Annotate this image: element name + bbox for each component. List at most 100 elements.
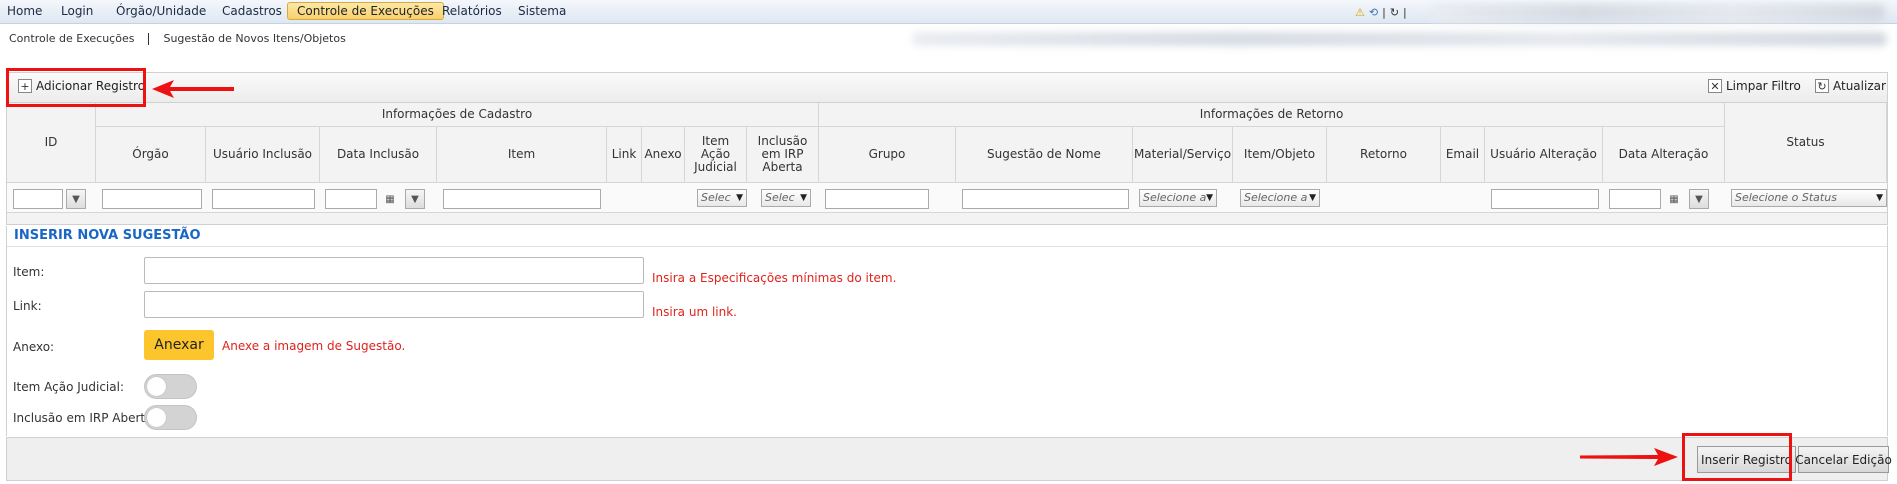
blurred-header-info [912, 32, 1887, 46]
col-item-objeto[interactable]: Item/Objeto [1233, 127, 1327, 183]
link-label: Link: [13, 299, 42, 313]
clear-filter-label: Limpar Filtro [1726, 79, 1801, 93]
filter-icon[interactable]: ▼ [1689, 189, 1709, 209]
filter-sugestao-nome-input[interactable] [962, 189, 1129, 209]
menu-icon-group: ⚠ ⟲ | ↻ | [1355, 3, 1407, 21]
form-title: INSERIR NOVA SUGESTÃO [14, 228, 201, 243]
col-retorno[interactable]: Retorno [1327, 127, 1441, 183]
blurred-user-info [1430, 4, 1885, 22]
acao-judicial-label: Item Ação Judicial: [13, 380, 124, 394]
irp-toggle[interactable] [144, 405, 197, 430]
col-orgao[interactable]: Órgão [96, 127, 206, 183]
cancel-edit-button[interactable]: Cancelar Edição [1795, 446, 1892, 473]
form-title-divider [7, 246, 1887, 247]
chevron-down-icon: ▼ [736, 193, 743, 203]
close-icon: ✕ [1708, 79, 1722, 93]
menu-login[interactable]: Login [61, 4, 93, 18]
clear-filter-button[interactable]: ✕ Limpar Filtro [1708, 79, 1801, 93]
col-data-alteracao[interactable]: Data Alteração [1603, 127, 1725, 183]
menu-separator: | [1403, 5, 1407, 19]
annotation-box-insert [1682, 433, 1792, 481]
col-usuario-alteracao[interactable]: Usuário Alteração [1485, 127, 1603, 183]
filter-item-input[interactable] [443, 189, 601, 209]
annotation-arrow-insert [1580, 448, 1678, 466]
filter-usuario-inclusao-input[interactable] [212, 189, 315, 209]
chevron-down-icon: ▼ [1206, 193, 1213, 203]
filter-orgao-input[interactable] [102, 189, 202, 209]
filter-item-acao-judicial-select[interactable]: Selec ▼ [697, 189, 747, 207]
menu-controle-execucoes[interactable]: Controle de Execuções [287, 2, 444, 20]
data-grid: ID Informações de Cadastro Informações d… [6, 102, 1888, 225]
select-value: Selecione a [1143, 191, 1207, 204]
col-inclusao-irp[interactable]: Inclusão em IRP Aberta [747, 127, 819, 183]
menu-separator: | [1382, 5, 1386, 19]
menu-relatorios[interactable]: Relatórios [442, 4, 502, 18]
irp-label: Inclusão em IRP Aberta: [13, 411, 157, 425]
col-item[interactable]: Item [437, 127, 607, 183]
breadcrumb-item[interactable]: Controle de Execuções [9, 32, 134, 45]
anexo-hint: Anexe a imagem de Sugestão. [222, 339, 406, 353]
select-value: Selecione a [1244, 191, 1308, 204]
select-value: Selec [765, 191, 795, 204]
history-icon[interactable]: ⟲ [1369, 6, 1378, 19]
col-sugestao-nome[interactable]: Sugestão de Nome [956, 127, 1133, 183]
filter-item-objeto-select[interactable]: Selecione a ▼ [1240, 189, 1320, 207]
item-label: Item: [13, 265, 45, 279]
menu-orgao-unidade[interactable]: Órgão/Unidade [116, 4, 206, 18]
link-hint: Insira um link. [652, 305, 737, 319]
group-header-retorno: Informações de Retorno [819, 103, 1725, 127]
col-id[interactable]: ID [7, 103, 96, 183]
refresh-button[interactable]: ↻ Atualizar [1815, 79, 1886, 93]
chevron-down-icon: ▼ [1309, 193, 1316, 203]
toggle-knob [147, 408, 166, 427]
filter-inclusao-irp-select[interactable]: Selec ▼ [761, 189, 811, 207]
col-link[interactable]: Link [607, 127, 642, 183]
filter-icon[interactable]: ▼ [66, 189, 86, 209]
col-email[interactable]: Email [1441, 127, 1485, 183]
toggle-knob [147, 377, 166, 396]
warning-icon[interactable]: ⚠ [1355, 6, 1365, 19]
col-status[interactable]: Status [1725, 103, 1887, 183]
refresh-icon: ↻ [1815, 79, 1829, 93]
breadcrumb: Controle de Execuções Sugestão de Novos I… [9, 32, 346, 45]
annotation-arrow-add [152, 80, 234, 98]
col-usuario-inclusao[interactable]: Usuário Inclusão [206, 127, 320, 183]
item-hint: Insira a Especificações mínimas do item. [652, 271, 897, 285]
anexo-label: Anexo: [13, 340, 55, 354]
attach-button[interactable]: Anexar [144, 330, 214, 360]
filter-status-select[interactable]: Selecione o Status ▼ [1731, 189, 1887, 207]
calendar-icon[interactable]: ▦ [380, 189, 400, 209]
col-item-acao-judicial[interactable]: Item Ação Judicial [685, 127, 747, 183]
select-value: Selecione o Status [1735, 191, 1837, 204]
annotation-box-add [6, 68, 146, 107]
menu-sistema[interactable]: Sistema [518, 4, 566, 18]
top-menu-bar: Home Login Órgão/Unidade Cadastros Contr… [0, 0, 1897, 24]
reload-icon[interactable]: ↻ [1390, 6, 1399, 19]
menu-home[interactable]: Home [7, 4, 42, 18]
filter-grupo-input[interactable] [825, 189, 929, 209]
breadcrumb-separator [148, 33, 150, 45]
group-header-cadastro: Informações de Cadastro [96, 103, 819, 127]
chevron-down-icon: ▼ [800, 193, 807, 203]
acao-judicial-toggle[interactable] [144, 374, 197, 399]
link-input[interactable] [144, 291, 644, 318]
col-data-inclusao[interactable]: Data Inclusão [320, 127, 437, 183]
col-anexo[interactable]: Anexo [642, 127, 685, 183]
filter-id-input[interactable] [13, 189, 63, 209]
filter-material-servico-select[interactable]: Selecione a ▼ [1139, 189, 1217, 207]
filter-data-alteracao-input[interactable] [1609, 189, 1661, 209]
filter-row: ▼ ▦ ▼ Selec ▼ Selec ▼ Selecione a ▼ Selecio… [7, 183, 1887, 213]
filter-usuario-alteracao-input[interactable] [1491, 189, 1599, 209]
refresh-label: Atualizar [1833, 79, 1886, 93]
calendar-icon[interactable]: ▦ [1664, 189, 1684, 209]
grid-toolbar: + Adicionar Registro ✕ Limpar Filtro ↻ A… [6, 72, 1888, 102]
item-input[interactable] [144, 257, 644, 284]
col-grupo[interactable]: Grupo [819, 127, 956, 183]
select-value: Selec [701, 191, 731, 204]
filter-data-inclusao-input[interactable] [325, 189, 377, 209]
col-material-servico[interactable]: Material/Serviço [1133, 127, 1233, 183]
filter-icon[interactable]: ▼ [405, 189, 425, 209]
menu-cadastros[interactable]: Cadastros [222, 4, 282, 18]
breadcrumb-item: Sugestão de Novos Itens/Objetos [163, 32, 346, 45]
chevron-down-icon: ▼ [1876, 193, 1883, 203]
